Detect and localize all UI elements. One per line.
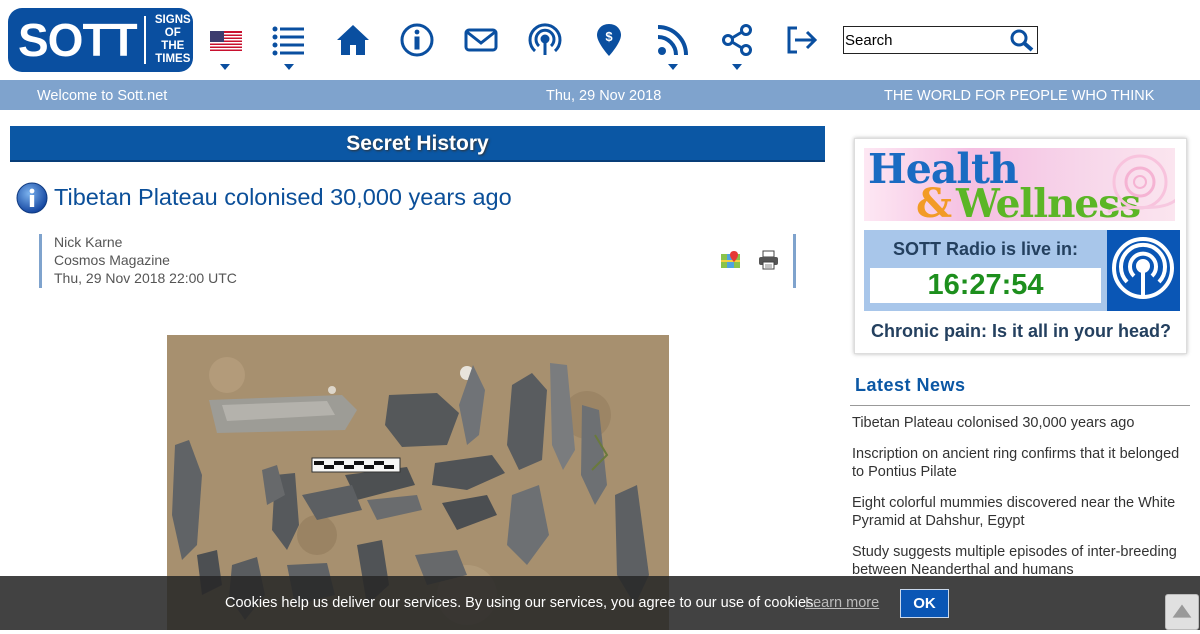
us-flag-icon[interactable] bbox=[208, 22, 244, 58]
article-title[interactable]: Tibetan Plateau colonised 30,000 years a… bbox=[54, 184, 512, 211]
logo-sub-line: OF THE bbox=[161, 27, 185, 52]
radio-label: SOTT Radio is live in: bbox=[892, 239, 1079, 259]
search-icon[interactable] bbox=[1009, 28, 1035, 52]
radio-countdown: SOTT Radio is live in: 16:27:54 bbox=[864, 230, 1107, 311]
radio-show-link[interactable]: Chronic pain: Is it all in your head? bbox=[871, 321, 1171, 342]
list-item[interactable]: Tibetan Plateau colonised 30,000 years a… bbox=[852, 414, 1187, 432]
current-date: Thu, 29 Nov 2018 bbox=[546, 88, 662, 104]
logo-sub-line: TIMES bbox=[155, 53, 191, 65]
article-meta: Nick Karne Cosmos Magazine Thu, 29 Nov 2… bbox=[39, 234, 796, 288]
chevron-down-icon[interactable] bbox=[220, 64, 230, 70]
latest-news-heading: Latest News bbox=[855, 375, 966, 395]
article-timestamp: Thu, 29 Nov 2018 22:00 UTC bbox=[54, 270, 237, 286]
map-icon[interactable] bbox=[720, 250, 741, 270]
arrow-up-icon bbox=[1172, 604, 1192, 618]
login-icon[interactable] bbox=[783, 22, 819, 58]
share-icon[interactable] bbox=[719, 22, 755, 58]
promo-box: Health & Wellness SOTT Radio is live in:… bbox=[854, 138, 1187, 354]
latest-news-list: Tibetan Plateau colonised 30,000 years a… bbox=[852, 414, 1187, 592]
donate-icon[interactable]: $ bbox=[591, 22, 627, 58]
list-item[interactable]: Inscription on ancient ring confirms tha… bbox=[852, 445, 1187, 481]
list-item[interactable]: Eight colorful mummies discovered near t… bbox=[852, 494, 1187, 530]
search-box bbox=[843, 26, 1038, 54]
svg-text:$: $ bbox=[605, 29, 613, 44]
welcome-text: Welcome to Sott.net bbox=[37, 88, 168, 104]
banner-ampersand: & bbox=[916, 180, 953, 221]
list-item[interactable]: Study suggests multiple episodes of inte… bbox=[852, 543, 1187, 579]
learn-more-link[interactable]: Learn more bbox=[805, 595, 879, 611]
cookie-text: Cookies help us deliver our services. By… bbox=[225, 595, 818, 611]
cookie-banner: Cookies help us deliver our services. By… bbox=[0, 576, 1200, 630]
rose-icon bbox=[1107, 154, 1175, 214]
tagline: THE WORLD FOR PEOPLE WHO THINK bbox=[884, 88, 1155, 104]
logo-sub-line: SIGNS bbox=[154, 14, 191, 26]
chevron-down-icon[interactable] bbox=[284, 64, 294, 70]
article-source[interactable]: Cosmos Magazine bbox=[54, 251, 793, 269]
health-wellness-banner[interactable]: Health & Wellness bbox=[864, 148, 1175, 221]
divider bbox=[850, 405, 1190, 406]
section-header[interactable]: Secret History bbox=[10, 126, 825, 162]
podcast-icon[interactable] bbox=[527, 22, 563, 58]
sott-logo[interactable]: SOTT SIGNS OF THE TIMES bbox=[8, 8, 193, 72]
logo-separator bbox=[143, 16, 146, 64]
chevron-down-icon[interactable] bbox=[668, 64, 678, 70]
cookie-ok-button[interactable]: OK bbox=[900, 589, 949, 618]
info-icon[interactable] bbox=[399, 22, 435, 58]
logo-main-text: SOTT bbox=[18, 14, 138, 66]
list-icon[interactable] bbox=[270, 22, 306, 58]
rss-icon[interactable] bbox=[655, 22, 691, 58]
info-strip: Welcome to Sott.net Thu, 29 Nov 2018 THE… bbox=[0, 80, 1200, 110]
podcast-icon[interactable] bbox=[1107, 230, 1180, 311]
top-navbar: SOTT SIGNS OF THE TIMES $ Search bbox=[0, 0, 1200, 80]
search-input[interactable] bbox=[844, 27, 1004, 53]
article-author[interactable]: Nick Karne bbox=[54, 233, 793, 251]
chevron-down-icon[interactable] bbox=[732, 64, 742, 70]
scroll-top-button[interactable] bbox=[1165, 594, 1199, 630]
info-icon bbox=[16, 182, 48, 214]
home-icon[interactable] bbox=[335, 22, 371, 58]
print-icon[interactable] bbox=[758, 250, 779, 270]
mail-icon[interactable] bbox=[463, 22, 499, 58]
logo-subtitle: SIGNS OF THE TIMES bbox=[153, 14, 193, 66]
radio-countdown-time: 16:27:54 bbox=[870, 268, 1101, 303]
